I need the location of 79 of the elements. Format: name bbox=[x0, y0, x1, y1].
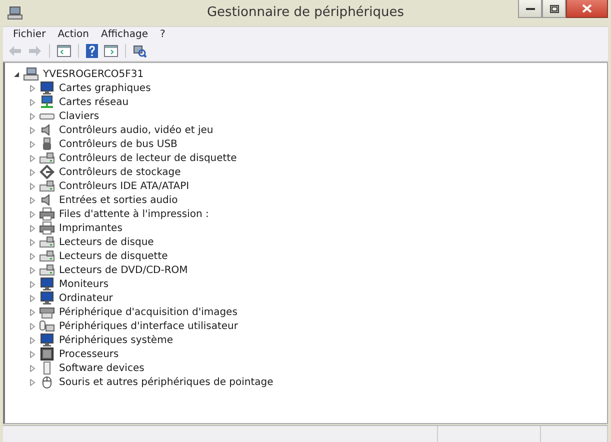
device-category[interactable]: Software devices bbox=[59, 362, 144, 374]
collapse-arrow-icon[interactable] bbox=[13, 70, 20, 78]
expand-arrow-icon[interactable] bbox=[29, 322, 36, 330]
menu-item[interactable]: ? bbox=[154, 28, 172, 40]
expand-arrow-icon[interactable] bbox=[29, 238, 36, 246]
computer-icon bbox=[7, 6, 23, 20]
device-category[interactable]: Périphérique d'acquisition d'images bbox=[59, 306, 238, 318]
drive-icon bbox=[39, 179, 55, 193]
expand-arrow-icon[interactable] bbox=[29, 378, 36, 386]
device-category[interactable]: Contrôleurs audio, vidéo et jeu bbox=[59, 124, 214, 136]
printer-icon bbox=[39, 207, 55, 221]
monitor-icon bbox=[39, 333, 55, 347]
expand-arrow-icon[interactable] bbox=[29, 196, 36, 204]
drive-icon bbox=[39, 235, 55, 249]
device-category[interactable]: Lecteurs de disquette bbox=[59, 250, 168, 262]
close-button[interactable] bbox=[566, 0, 608, 18]
device-category[interactable]: Contrôleurs IDE ATA/ATAPI bbox=[59, 180, 190, 192]
expand-arrow-icon[interactable] bbox=[29, 308, 36, 316]
device-category[interactable]: Ordinateur bbox=[59, 292, 113, 304]
scanner-icon bbox=[39, 305, 55, 319]
storage-icon bbox=[39, 165, 55, 179]
close-icon bbox=[582, 4, 592, 13]
monitor-icon bbox=[39, 81, 55, 95]
device-category[interactable]: Processeurs bbox=[59, 348, 119, 360]
expand-arrow-icon[interactable] bbox=[29, 98, 36, 106]
pane-button[interactable] bbox=[102, 44, 120, 58]
device-category[interactable]: Cartes graphiques bbox=[59, 82, 151, 94]
device-category[interactable]: Claviers bbox=[59, 110, 100, 122]
drive-icon bbox=[39, 151, 55, 165]
maximize-button[interactable] bbox=[542, 0, 566, 18]
computer-icon bbox=[23, 67, 39, 81]
device-category[interactable]: Files d'attente à l'impression : bbox=[59, 208, 209, 220]
expand-arrow-icon[interactable] bbox=[29, 224, 36, 232]
device-category[interactable]: Imprimantes bbox=[59, 222, 122, 234]
minimize-icon bbox=[526, 6, 534, 10]
expand-arrow-icon[interactable] bbox=[29, 140, 36, 148]
expand-arrow-icon[interactable] bbox=[29, 364, 36, 372]
scan-button[interactable] bbox=[131, 43, 149, 59]
monitor-icon bbox=[39, 291, 55, 305]
expand-arrow-icon[interactable] bbox=[29, 336, 36, 344]
window-title: Gestionnaire de périphériques bbox=[206, 5, 406, 20]
expand-arrow-icon[interactable] bbox=[29, 112, 36, 120]
device-category[interactable]: Périphériques système bbox=[59, 334, 173, 346]
device-category[interactable]: Périphériques d'interface utilisateur bbox=[59, 320, 238, 332]
expand-arrow-icon[interactable] bbox=[29, 252, 36, 260]
help-button[interactable] bbox=[84, 43, 100, 59]
menu-item[interactable]: Fichier bbox=[7, 28, 52, 40]
device-category[interactable]: Lecteurs de DVD/CD-ROM bbox=[59, 264, 188, 276]
chip-icon bbox=[39, 347, 55, 361]
device-category[interactable]: Lecteurs de disque bbox=[59, 236, 154, 248]
menu-item[interactable]: Affichage bbox=[95, 28, 154, 40]
expand-arrow-icon[interactable] bbox=[29, 182, 36, 190]
expand-arrow-icon[interactable] bbox=[29, 294, 36, 302]
device-category[interactable]: Entrées et sorties audio bbox=[59, 194, 178, 206]
maximize-icon bbox=[550, 4, 558, 12]
expand-arrow-icon[interactable] bbox=[29, 280, 36, 288]
device-category[interactable]: Contrôleurs de lecteur de disquette bbox=[59, 152, 237, 164]
expand-arrow-icon[interactable] bbox=[29, 154, 36, 162]
expand-arrow-icon[interactable] bbox=[29, 210, 36, 218]
device-category[interactable]: Cartes réseau bbox=[59, 96, 129, 108]
computer-name[interactable]: YVESROGERCO5F31 bbox=[43, 68, 144, 80]
expand-arrow-icon[interactable] bbox=[29, 126, 36, 134]
device-category[interactable]: Moniteurs bbox=[59, 278, 109, 290]
network-icon bbox=[39, 95, 55, 109]
expand-arrow-icon[interactable] bbox=[29, 84, 36, 92]
drive-icon bbox=[39, 249, 55, 263]
device-category[interactable]: Souris et autres périphériques de pointage bbox=[59, 376, 274, 388]
menu-item[interactable]: Action bbox=[52, 28, 96, 40]
pane-button[interactable] bbox=[55, 44, 73, 58]
drive-icon bbox=[39, 263, 55, 277]
hid-icon bbox=[39, 319, 55, 333]
device-category[interactable]: Contrôleurs de bus USB bbox=[59, 138, 178, 150]
minimize-button[interactable] bbox=[518, 0, 542, 18]
printer-icon bbox=[39, 221, 55, 235]
expand-arrow-icon[interactable] bbox=[29, 266, 36, 274]
expand-arrow-icon[interactable] bbox=[29, 168, 36, 176]
monitor-icon bbox=[39, 277, 55, 291]
expand-arrow-icon[interactable] bbox=[29, 350, 36, 358]
device-category[interactable]: Contrôleurs de stockage bbox=[59, 166, 181, 178]
